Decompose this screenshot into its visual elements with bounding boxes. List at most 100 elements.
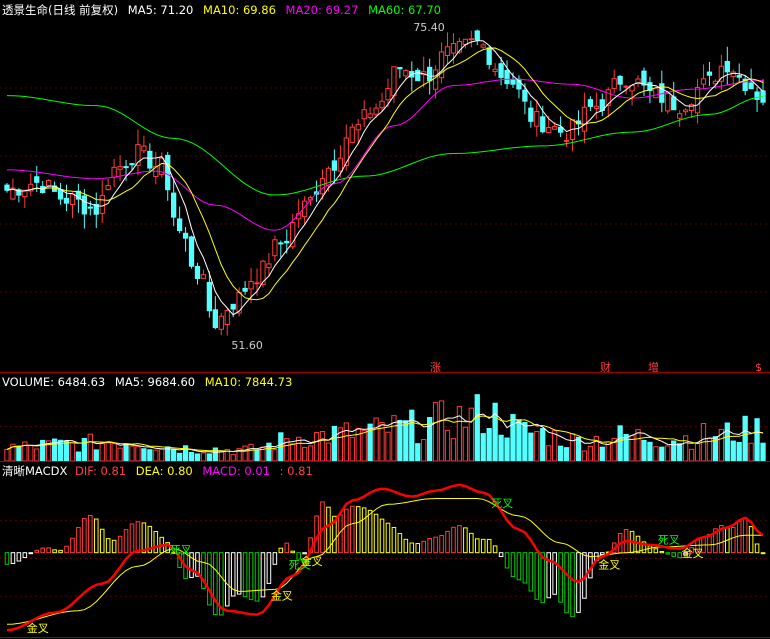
candle-body — [432, 69, 439, 90]
volume-bar — [730, 440, 736, 462]
volume-bar — [682, 435, 689, 462]
cross-label: 死叉 — [170, 544, 192, 557]
candle-body — [224, 310, 230, 325]
volume-bar — [623, 433, 629, 462]
candle-body — [171, 192, 177, 218]
dif-line — [6, 483, 764, 632]
dea-line — [6, 498, 763, 625]
macd-bar — [391, 527, 397, 554]
volume-bar — [194, 453, 201, 462]
volume-bar — [552, 430, 558, 462]
volume-bar — [760, 442, 766, 462]
volume-bar — [141, 448, 147, 462]
macd-bar — [213, 552, 218, 616]
volume-bar — [69, 442, 76, 462]
macd-bar — [415, 543, 421, 554]
macd-bar — [748, 526, 754, 554]
macd-bar — [82, 518, 87, 554]
macd-bar — [28, 552, 34, 555]
high-price-label: 75.40 — [413, 21, 445, 34]
volume-bar — [188, 451, 195, 462]
candle-body — [343, 137, 349, 166]
volume-bar — [754, 418, 760, 462]
macd-bar — [504, 552, 510, 569]
volume-bar — [415, 443, 421, 462]
macd-bar — [355, 506, 361, 554]
volume-bar — [171, 449, 177, 462]
macd-bar — [16, 552, 22, 562]
candle-body — [105, 185, 111, 191]
macd-bar — [349, 505, 355, 554]
macd-bar — [117, 535, 123, 554]
candle-body — [534, 111, 540, 127]
volume-bar — [34, 448, 40, 462]
macd-bar — [242, 552, 248, 598]
volume-bar — [456, 406, 463, 462]
macd-bar — [451, 526, 456, 554]
macd-bar — [278, 547, 284, 554]
candle-body — [623, 85, 629, 88]
candle-body — [444, 46, 451, 56]
candle-body — [188, 236, 195, 267]
volume-bar — [218, 450, 224, 462]
ma10-legend: MA10: 69.86 — [203, 3, 276, 17]
candle-body — [671, 96, 677, 111]
ma60-legend: MA60: 67.70 — [368, 3, 441, 17]
candle-body — [593, 105, 599, 109]
macd-bar — [361, 507, 367, 554]
macd-bar — [736, 520, 742, 554]
candle-body — [379, 100, 385, 109]
volume-bar — [409, 409, 415, 462]
stock-chart[interactable]: 金叉死叉金叉死叉金叉死叉金叉死叉金叉75.4051.60涨财增 $ — [0, 0, 770, 639]
ma5-legend: MA5: 71.20 — [127, 3, 194, 17]
volume-bar — [159, 448, 165, 462]
macd-bar — [135, 521, 141, 554]
volume-ma5: MA5: 9684.60 — [114, 375, 196, 389]
macd-bar — [534, 552, 540, 600]
volume-bar — [313, 432, 320, 462]
candle-body — [81, 195, 88, 215]
candle-body — [99, 194, 105, 214]
macd-bar — [40, 547, 45, 554]
candle-body — [111, 166, 117, 178]
candle-body — [284, 240, 290, 244]
candle-body — [415, 69, 421, 82]
macd-bar — [570, 552, 575, 618]
volume-bar — [200, 452, 207, 462]
macd-bar — [76, 527, 81, 554]
volume-bar — [16, 445, 22, 462]
macd-bar — [385, 522, 391, 554]
volume-bar — [647, 441, 653, 462]
volume-bar — [474, 394, 480, 462]
candle-body — [754, 91, 760, 100]
candle-body — [397, 66, 403, 70]
volume-bar — [450, 438, 457, 462]
candle-body — [724, 60, 730, 73]
stock-title: 透景生命(日线 前复权) — [2, 3, 119, 17]
macd-bar — [123, 529, 129, 554]
candle-body — [367, 113, 373, 119]
macd-bar — [469, 532, 474, 554]
volume-bar — [81, 438, 88, 462]
candle-body — [563, 139, 570, 142]
volume-bar — [444, 429, 451, 462]
candle-body — [682, 109, 689, 113]
volume-bar — [176, 452, 183, 462]
candle-body — [611, 78, 617, 89]
volume-ma10: MA10: 7844.73 — [204, 375, 293, 389]
candle-body — [34, 176, 40, 183]
macd-bar — [207, 552, 212, 606]
candle-body — [385, 88, 391, 101]
macd-bar — [564, 552, 569, 614]
panel-divider — [0, 637, 770, 638]
macd-bar — [64, 545, 69, 554]
candle-body — [46, 179, 52, 187]
candle-body — [361, 109, 367, 120]
volume-bar — [516, 419, 522, 462]
candle-body — [492, 68, 498, 72]
volume-bar — [206, 453, 213, 462]
macd-legend: 清晰MACDX DIF: 0.81 DEA: 0.80 MACD: 0.01 :… — [2, 463, 319, 479]
macd-bar — [344, 508, 349, 554]
candle-body — [266, 263, 272, 269]
macd-bar — [58, 549, 63, 554]
